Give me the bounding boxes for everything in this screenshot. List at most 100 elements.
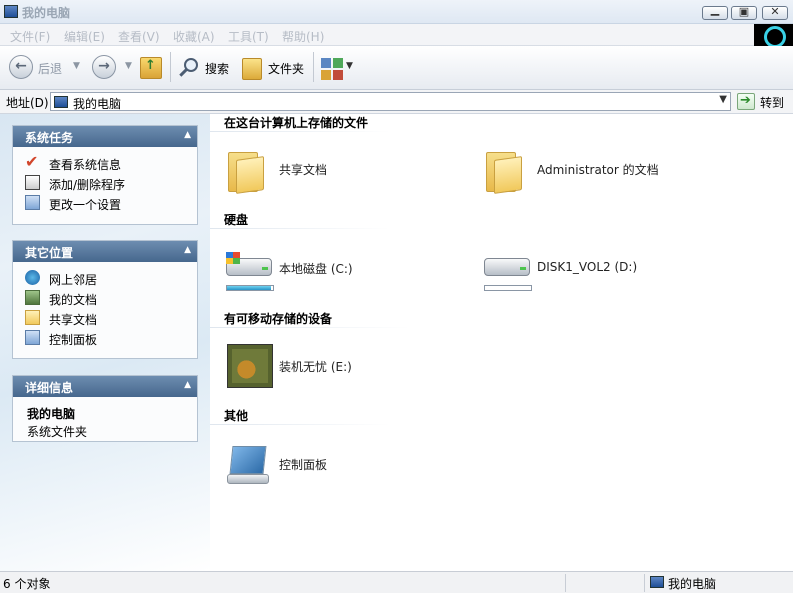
system-tasks-panel: 系统任务 ▲ ✔ 查看系统信息 添加/删除程序 更改一个设置 [12,125,198,225]
details-panel: 详细信息 ▲ 我的电脑 系统文件夹 [12,375,198,442]
collapse-icon[interactable]: ▲ [184,245,191,255]
views-button[interactable] [321,58,343,80]
other-places-panel: 其它位置 ▲ 网上邻居 我的文档 共享文档 控制面板 [12,240,198,359]
go-arrow-icon: ➔ [740,93,751,108]
back-button[interactable]: ← [9,55,33,79]
task-label[interactable]: 更改一个设置 [49,196,121,213]
group-divider [210,424,390,425]
place-label[interactable]: 共享文档 [49,311,97,328]
task-add-remove-programs[interactable]: 添加/删除程序 [25,173,197,193]
address-label: 地址(D) [6,96,49,110]
item-disk-d[interactable]: DISK1_VOL2 (D:) [537,260,637,274]
item-control-panel[interactable]: 控制面板 [279,456,327,473]
panel-title: 系统任务 [25,131,74,145]
back-label[interactable]: 后退 [38,60,62,77]
item-local-disk-c[interactable]: 本地磁盘 (C:) [279,260,353,277]
title-bar: 我的电脑 [0,0,793,24]
removable-drive-icon[interactable] [227,344,273,388]
address-value[interactable]: 我的电脑 [73,95,121,112]
control-panel-icon [25,195,40,210]
menu-view[interactable]: 查看(V) [118,28,160,45]
other-places-header[interactable]: 其它位置 ▲ [13,241,197,262]
address-bar: 地址(D) 我的电脑 ▼ ➔ 转到 [0,90,793,114]
close-button[interactable] [762,5,788,20]
menu-bar: 文件(F) 编辑(E) 查看(V) 收藏(A) 工具(T) 帮助(H) [0,24,793,48]
panel-title: 其它位置 [25,246,74,260]
status-location: 我的电脑 [668,577,717,591]
file-list: 在这台计算机上存储的文件 共享文档 Administrator 的文档 硬盘 本… [210,114,793,571]
address-input[interactable]: 我的电脑 ▼ [50,92,731,111]
toolbar: ← 后退 ▼ → ▼ ↑ 搜索 文件夹 ▼ [0,46,793,90]
task-label[interactable]: 添加/删除程序 [49,176,125,193]
item-shared-documents[interactable]: 共享文档 [279,161,327,178]
disk-d-capacity-bar [484,285,532,291]
windows-logo-icon [226,252,240,264]
folders-label[interactable]: 文件夹 [268,60,304,77]
forward-arrow-icon: → [98,58,110,74]
system-tasks-header[interactable]: 系统任务 ▲ [13,126,197,147]
maximize-button[interactable] [731,5,757,20]
menu-help[interactable]: 帮助(H) [282,28,324,45]
details-header[interactable]: 详细信息 ▲ [13,376,197,397]
place-label[interactable]: 我的文档 [49,291,97,308]
group-title-stored-files: 在这台计算机上存储的文件 [224,116,369,130]
task-label[interactable]: 查看系统信息 [49,156,121,173]
checkmark-icon: ✔ [25,152,39,171]
control-panel-icon[interactable] [227,444,269,486]
item-removable-e[interactable]: 装机无忧 (E:) [279,358,352,375]
forward-dropdown-icon[interactable]: ▼ [125,61,132,71]
views-dropdown-icon[interactable]: ▼ [346,61,353,71]
go-label[interactable]: 转到 [760,94,784,111]
menu-edit[interactable]: 编辑(E) [64,28,105,45]
admin-documents-folder-icon[interactable] [486,148,522,194]
place-shared-documents[interactable]: 共享文档 [25,308,197,328]
back-dropdown-icon[interactable]: ▼ [73,61,80,71]
group-divider [210,131,390,132]
collapse-icon[interactable]: ▲ [184,380,191,390]
network-icon [25,270,40,285]
back-arrow-icon: ← [15,58,27,74]
shared-documents-folder-icon[interactable] [228,148,264,194]
menu-file[interactable]: 文件(F) [10,28,50,45]
group-title-removable: 有可移动存储的设备 [224,312,333,326]
details-type: 系统文件夹 [27,425,88,439]
add-remove-programs-icon [25,175,40,190]
place-control-panel[interactable]: 控制面板 [25,328,197,348]
place-label[interactable]: 网上邻居 [49,271,97,288]
address-dropdown-icon[interactable]: ▼ [719,94,727,105]
place-label[interactable]: 控制面板 [49,331,97,348]
group-title-hard-drives: 硬盘 [224,213,249,227]
minimize-button[interactable] [702,3,728,20]
local-disk-c-icon[interactable] [226,252,274,276]
status-object-count: 6 个对象 [3,577,51,591]
group-title-other: 其他 [224,409,249,423]
window-title: 我的电脑 [22,6,71,20]
search-label[interactable]: 搜索 [205,60,229,77]
status-divider [644,574,645,592]
folder-icon [25,310,40,325]
collapse-icon[interactable]: ▲ [184,130,191,140]
toolbar-separator [170,52,171,82]
search-button[interactable] [178,58,200,80]
folders-icon[interactable] [242,58,262,80]
place-network[interactable]: 网上邻居 [25,268,197,288]
menu-tools[interactable]: 工具(T) [228,28,269,45]
task-change-setting[interactable]: 更改一个设置 [25,193,197,213]
toolbar-separator [313,52,314,82]
up-arrow-icon: ↑ [145,58,156,73]
my-documents-icon [25,290,40,305]
up-folder-button[interactable]: ↑ [140,57,162,79]
task-view-system-info[interactable]: ✔ 查看系统信息 [25,152,197,173]
go-button[interactable]: ➔ [737,93,755,110]
disk-c-capacity-bar [226,285,274,291]
status-bar: 6 个对象 我的电脑 [0,571,793,593]
my-computer-icon [4,5,18,18]
menu-favorites[interactable]: 收藏(A) [173,28,215,45]
my-computer-icon [650,576,664,588]
control-panel-icon [25,330,40,345]
item-admin-documents[interactable]: Administrator 的文档 [537,161,659,178]
forward-button[interactable]: → [92,55,116,79]
group-divider [210,327,410,328]
place-my-documents[interactable]: 我的文档 [25,288,197,308]
disk-d-icon[interactable] [484,252,532,276]
